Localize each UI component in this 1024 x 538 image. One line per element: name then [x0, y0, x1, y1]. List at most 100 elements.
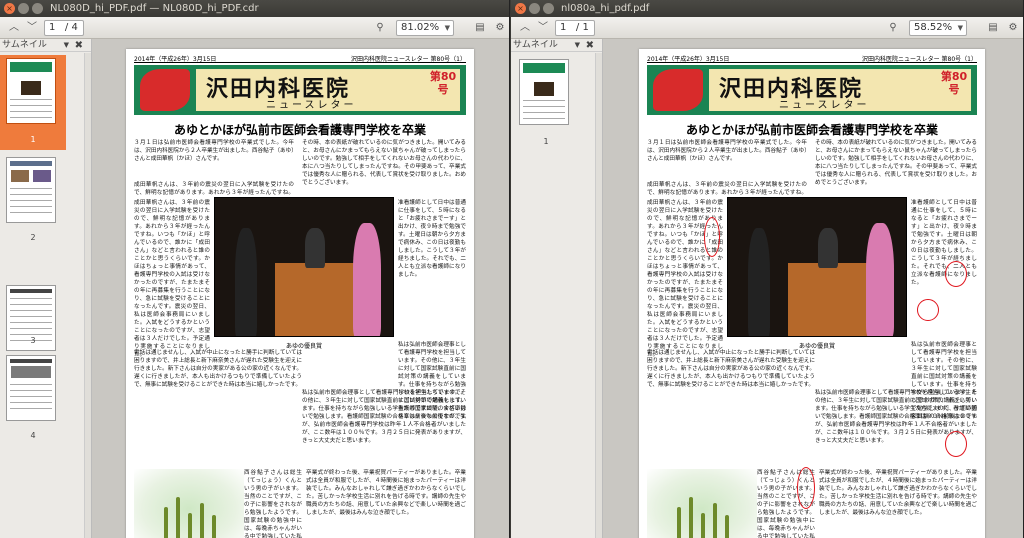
gear-icon[interactable]: ⚙ [1005, 20, 1021, 36]
page-header: 2014年（平成26年）3月15日 沢田内科医院ニュースレター 第80号（1） [134, 54, 466, 63]
sidebar-header: サムネイル ▼ ✖ [511, 39, 602, 52]
thumbnail-label: 4 [30, 431, 36, 440]
sidebar-title: サムネイル [513, 40, 558, 50]
article-paragraph: 准看護師として日中は普通に仕事をして、５時になると「お疲れさまでーす」と出かけ、… [398, 200, 466, 278]
masthead-title-panel: 沢田内科医院 ニュースレター [196, 69, 426, 111]
search-icon[interactable]: ⚲ [885, 20, 901, 36]
article-paragraph: 成田華帆さんは、３年前の震災の翌日に入学試験を受けたので、鮮明な記憶があります。… [134, 182, 294, 196]
masthead: 沢田内科医院 ニュースレター 第80号 [134, 65, 466, 115]
page-thumbnail[interactable] [6, 355, 56, 421]
gear-icon[interactable]: ⚙ [492, 20, 508, 36]
document-icon[interactable]: ▤ [985, 20, 1001, 36]
minimize-window-icon[interactable] [18, 3, 29, 14]
article-paragraph: その時、本の表紙が破れているのに気がつきました。開いてみると、お母さんにかまって… [302, 140, 466, 186]
previous-page-icon[interactable]: ︿ [517, 20, 533, 36]
page-number-input[interactable]: 1 / 1 [555, 20, 595, 36]
page-thumbnail[interactable] [6, 157, 56, 223]
zoom-value: 81.02% [401, 22, 440, 33]
date-line: 2014年（平成26年）3月15日 [647, 56, 730, 63]
clinic-logo [140, 69, 190, 111]
left-pdf-viewer-window: × NL080D_hi_PDF.pdf — NL080D_hi_PDF.cdr … [0, 0, 510, 538]
close-window-icon[interactable]: × [4, 3, 15, 14]
red-circle-annotation [917, 299, 939, 321]
page-thumbnail[interactable] [519, 59, 569, 125]
issue-number: 第80号 [937, 69, 971, 111]
issue-number: 第80号 [426, 69, 460, 111]
masthead: 沢田内科医院 ニュースレター 第80号 [647, 65, 977, 115]
article-paragraph: ３月１日は弘前市医師会看護専門学校の卒業式でした。今年は、沢田内科医院から２人卒… [647, 140, 807, 162]
chevron-down-icon[interactable]: ▼ [64, 39, 69, 52]
thumbnail-label: 2 [30, 233, 36, 242]
page-number-input[interactable]: 1 / 4 [44, 20, 84, 36]
article-headline: あゆとかほが弘前市医師会看護専門学校を卒業 [685, 123, 938, 137]
chevron-down-icon: ▼ [444, 24, 450, 32]
masthead-title-panel: 沢田内科医院 ニュースレター [709, 69, 939, 111]
header-issue: 沢田内科医院ニュースレター 第80号（1） [861, 56, 977, 63]
minimize-window-icon[interactable] [529, 3, 540, 14]
article-paragraph: 卒業式が終わった後、卒業祝賀パーティーがありました。卒業式は全員が和服でしたが、… [306, 470, 466, 516]
clinic-logo [653, 69, 703, 111]
newsletter-page: 2014年（平成26年）3月15日 沢田内科医院ニュースレター 第80号（1） … [639, 49, 985, 538]
masthead-subtitle: ニュースレター [779, 100, 870, 111]
next-page-icon[interactable]: ﹀ [24, 20, 40, 36]
thumbnail-label: 1 [30, 135, 36, 144]
chevron-down-icon: ▼ [957, 24, 963, 32]
thumbnail-label: 1 [543, 137, 549, 146]
close-sidebar-icon[interactable]: ✖ [586, 39, 594, 52]
thumbnail-sidebar: サムネイル ▼ ✖ 1 2 3 4 [0, 39, 92, 538]
article-paragraph: 卒業式が終わった後、卒業祝賀パーティーがありました。卒業式は全員が和服でしたが、… [819, 470, 977, 516]
right-titlebar: × nl080a_hi_pdf.pdf [511, 0, 1023, 17]
chevron-down-icon[interactable]: ▼ [575, 39, 580, 52]
graduation-photo [727, 197, 907, 337]
zoom-value: 58.52% [914, 22, 953, 33]
maximize-window-icon[interactable] [32, 3, 43, 14]
page-current: 1 [49, 22, 56, 33]
red-circle-annotation [945, 431, 967, 457]
window-title: NL080D_hi_PDF.pdf — NL080D_hi_PDF.cdr [50, 3, 259, 14]
left-titlebar: × NL080D_hi_PDF.pdf — NL080D_hi_PDF.cdr [0, 0, 509, 17]
page-current: 1 [560, 22, 567, 33]
page-total: / 4 [64, 22, 78, 33]
red-circle-annotation [945, 261, 967, 287]
search-icon[interactable]: ⚲ [372, 20, 388, 36]
sidebar-scrollbar[interactable] [84, 53, 91, 538]
document-view[interactable]: 2014年（平成26年）3月15日 沢田内科医院ニュースレター 第80号（1） … [603, 39, 1023, 538]
thumbnail-sidebar: サムネイル ▼ ✖ 1 [511, 39, 603, 538]
next-page-icon[interactable]: ﹀ [535, 20, 551, 36]
article-paragraph: ３月１日は弘前市医師会看護専門学校の卒業式でした。今年は、沢田内科医院から２人卒… [134, 140, 294, 162]
header-issue: 沢田内科医院ニュースレター 第80号（1） [350, 56, 466, 63]
close-sidebar-icon[interactable]: ✖ [75, 39, 83, 52]
document-icon[interactable]: ▤ [472, 20, 488, 36]
article-paragraph: 電話は通じませんし、入試が中止になったと勝手に判断していては困りますので、井上総… [647, 350, 815, 388]
newsletter-page: 2014年（平成26年）3月15日 沢田内科医院ニュースレター 第80号（1） … [126, 49, 474, 538]
sidebar-header: サムネイル ▼ ✖ [0, 39, 91, 52]
document-view[interactable]: 2014年（平成26年）3月15日 沢田内科医院ニュースレター 第80号（1） … [92, 39, 509, 538]
horsetail-illustration [134, 469, 244, 538]
close-window-icon[interactable]: × [515, 3, 526, 14]
article-paragraph: 西谷鮎子さんは総生（てっじょう）くんという男の子がいます。当然のことですが、この… [244, 470, 302, 538]
page-thumbnail[interactable] [6, 58, 56, 124]
masthead-subtitle: ニュースレター [266, 100, 357, 111]
article-paragraph: その時、本の表紙が破れているのに気がつきました。開いてみると、お母さんにかまって… [815, 140, 977, 186]
article-paragraph: 私は弘前市医師会理事として看護専門学校を担当しています。その他に、３年生に対して… [302, 390, 466, 444]
red-circle-annotation [797, 467, 815, 509]
left-toolbar: ︿ ﹀ 1 / 4 ⚲ 81.02% ▼ ▤ ⚙ [0, 17, 509, 39]
thumbnail-label: 3 [30, 336, 36, 345]
article-paragraph: 成田華帆さんは、３年前の震災の翌日に入学試験を受けたので、鮮明な記憶があります。… [647, 182, 807, 196]
zoom-select[interactable]: 81.02% ▼ [396, 20, 454, 36]
page-total: / 1 [575, 22, 589, 33]
date-line: 2014年（平成26年）3月15日 [134, 56, 217, 63]
sidebar-title: サムネイル [2, 40, 47, 50]
red-circle-annotation [704, 217, 720, 257]
maximize-window-icon[interactable] [543, 3, 554, 14]
page-header: 2014年（平成26年）3月15日 沢田内科医院ニュースレター 第80号（1） [647, 54, 977, 63]
zoom-select[interactable]: 58.52% ▼ [909, 20, 967, 36]
sidebar-scrollbar[interactable] [595, 53, 602, 538]
previous-page-icon[interactable]: ︿ [6, 20, 22, 36]
article-paragraph: 電話は通じませんし、入試が中止になったと勝手に判断していては困りますので、井上総… [134, 350, 302, 388]
right-toolbar: ︿ ﹀ 1 / 1 ⚲ 58.52% ▼ ▤ ⚙ [511, 17, 1023, 39]
window-title: nl080a_hi_pdf.pdf [561, 3, 650, 14]
right-pdf-viewer-window: × nl080a_hi_pdf.pdf ︿ ﹀ 1 / 1 ⚲ 58.52% ▼ … [511, 0, 1024, 538]
horsetail-illustration [647, 469, 757, 538]
article-headline: あゆとかほが弘前市医師会看護専門学校を卒業 [173, 123, 426, 137]
